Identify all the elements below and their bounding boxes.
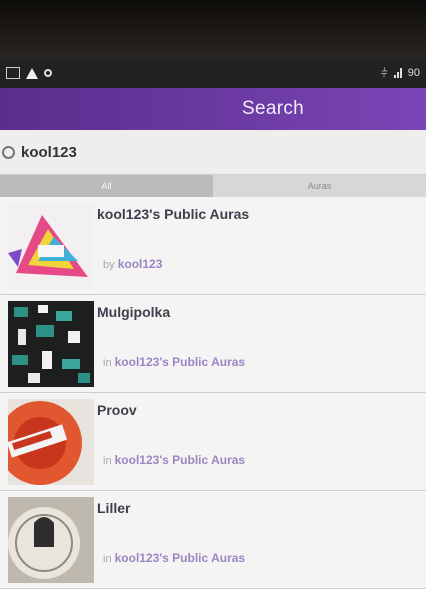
result-link[interactable]: kool123's Public Auras (115, 355, 245, 369)
result-subtitle: in kool123's Public Auras (103, 551, 245, 565)
aura-thumbnail (8, 399, 94, 485)
result-row[interactable]: Proov in kool123's Public Auras (0, 393, 426, 491)
page-title: Search (241, 98, 304, 119)
result-link[interactable]: kool123 (118, 257, 163, 271)
result-row[interactable]: Liller in kool123's Public Auras (0, 491, 426, 589)
status-bar: ⫩ 90 (0, 58, 426, 88)
aura-thumbnail (8, 203, 94, 289)
tab-auras[interactable]: Auras (213, 175, 426, 197)
result-title: Liller (97, 500, 131, 516)
aura-thumbnail (8, 301, 94, 387)
result-prefix: by (103, 259, 115, 271)
result-title: kool123's Public Auras (97, 206, 250, 222)
result-subtitle: by kool123 (103, 257, 162, 271)
result-subtitle: in kool123's Public Auras (103, 453, 245, 467)
result-prefix: in (103, 553, 112, 565)
warning-icon (26, 67, 38, 79)
title-bar: Search (0, 88, 426, 130)
search-icon (2, 145, 15, 159)
result-row[interactable]: Mulgipolka in kool123's Public Auras (0, 295, 426, 393)
search-input[interactable] (21, 143, 321, 161)
result-prefix: in (103, 455, 112, 467)
background-dark-area (0, 0, 426, 58)
signal-icon (393, 68, 402, 78)
result-link[interactable]: kool123's Public Auras (115, 551, 245, 565)
tab-auras-label: Auras (307, 181, 332, 191)
wifi-icon: ⫩ (380, 65, 388, 80)
aura-thumbnail (8, 497, 94, 583)
result-prefix: in (103, 357, 112, 369)
results-list: kool123's Public Auras by kool123 Mulgip… (0, 197, 426, 589)
result-title: Proov (97, 402, 137, 418)
image-notification-icon (6, 67, 20, 79)
tab-all-label: All (101, 181, 112, 191)
result-row[interactable]: kool123's Public Auras by kool123 (0, 197, 426, 295)
result-subtitle: in kool123's Public Auras (103, 355, 245, 369)
result-link[interactable]: kool123's Public Auras (115, 453, 245, 467)
sound-icon (44, 69, 52, 77)
result-title: Mulgipolka (97, 304, 171, 320)
search-bar[interactable] (0, 130, 426, 175)
result-tabs: All Auras (0, 175, 426, 197)
tab-all[interactable]: All (0, 175, 213, 197)
battery-level: 90 (407, 67, 420, 79)
